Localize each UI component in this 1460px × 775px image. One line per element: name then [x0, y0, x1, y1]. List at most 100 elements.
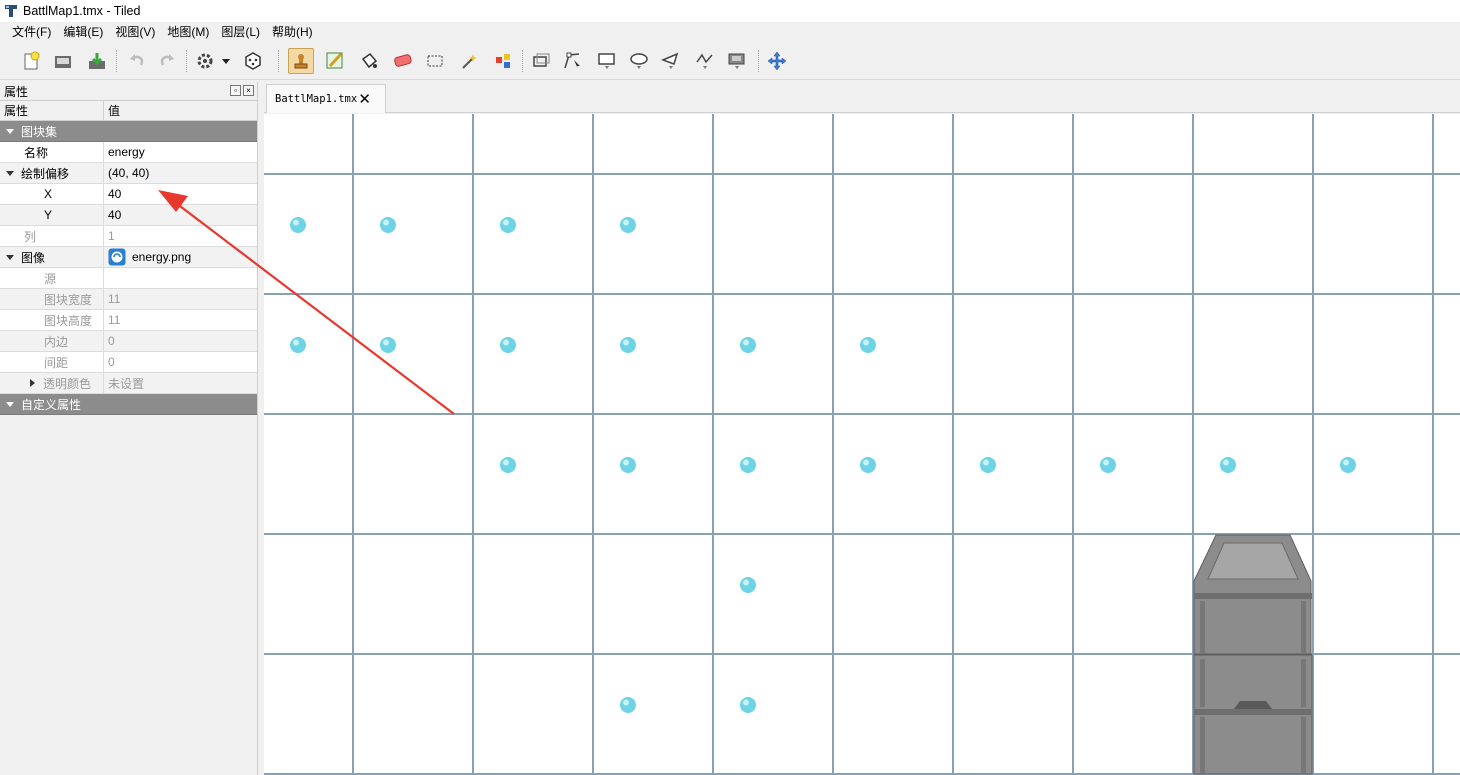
map-canvas[interactable]: [264, 114, 1460, 775]
energy-tile[interactable]: [500, 337, 516, 353]
property-value[interactable]: energy: [104, 142, 257, 162]
tab-battlmap1[interactable]: BattlMap1.tmx ✕: [266, 84, 386, 113]
energy-tile[interactable]: [620, 337, 636, 353]
window-title: BattlMap1.tmx - Tiled: [23, 4, 141, 18]
menu-edit[interactable]: 编辑(E): [57, 22, 109, 42]
insert-ellipse-icon[interactable]: [626, 48, 652, 74]
terrain-brush-icon[interactable]: [322, 48, 348, 74]
energy-tile[interactable]: [620, 457, 636, 473]
new-icon[interactable]: [18, 48, 44, 74]
title-bar: BattlMap1.tmx - Tiled: [0, 0, 1460, 22]
property-row-transparent-color[interactable]: 透明颜色 未设置: [0, 373, 257, 394]
menu-view[interactable]: 视图(V): [109, 22, 161, 42]
property-row-margin[interactable]: 内边 0: [0, 331, 257, 352]
move-icon[interactable]: [764, 48, 790, 74]
property-value[interactable]: 40: [104, 184, 257, 204]
expand-arrow-icon[interactable]: [6, 254, 14, 260]
random-icon[interactable]: [240, 48, 266, 74]
bucket-fill-icon[interactable]: [356, 48, 382, 74]
commands-icon[interactable]: [194, 48, 234, 74]
eraser-icon[interactable]: [390, 48, 416, 74]
expand-arrow-icon[interactable]: [30, 379, 35, 387]
property-value[interactable]: (40, 40): [104, 163, 257, 183]
energy-tile[interactable]: [620, 217, 636, 233]
energy-tile[interactable]: [980, 457, 996, 473]
select-objects-icon[interactable]: [528, 48, 554, 74]
toolbar-separator: [116, 50, 118, 72]
edit-polygons-icon[interactable]: [560, 48, 586, 74]
header-property[interactable]: 属性: [0, 101, 104, 120]
save-icon[interactable]: [84, 48, 110, 74]
building-tile[interactable]: [1193, 534, 1312, 655]
stamp-brush-icon[interactable]: [288, 48, 314, 74]
energy-tile[interactable]: [500, 457, 516, 473]
energy-tile[interactable]: [500, 217, 516, 233]
energy-tile[interactable]: [740, 577, 756, 593]
property-label: 内边: [0, 331, 104, 351]
property-value: 0: [108, 355, 115, 369]
property-row-tile-width[interactable]: 图块宽度 11: [0, 289, 257, 310]
energy-tile[interactable]: [740, 457, 756, 473]
property-row-tile-height[interactable]: 图块高度 11: [0, 310, 257, 331]
redo-icon[interactable]: [154, 48, 180, 74]
energy-tile[interactable]: [380, 337, 396, 353]
group-custom-properties[interactable]: 自定义属性: [0, 394, 257, 415]
insert-rectangle-icon[interactable]: [594, 48, 620, 74]
property-value: 未设置: [108, 376, 145, 391]
property-row-offset-x[interactable]: X 40: [0, 184, 257, 205]
property-row-spacing[interactable]: 间距 0: [0, 352, 257, 373]
group-tileset[interactable]: 图块集: [0, 121, 257, 142]
insert-polyline-icon[interactable]: [692, 48, 718, 74]
property-value[interactable]: 40: [104, 205, 257, 225]
property-row-image[interactable]: 图像 energy.png: [0, 247, 257, 268]
energy-tile[interactable]: [740, 697, 756, 713]
energy-tile[interactable]: [290, 217, 306, 233]
energy-tile[interactable]: [860, 337, 876, 353]
property-label: 源: [0, 268, 104, 288]
energy-tile[interactable]: [380, 217, 396, 233]
close-tab-icon[interactable]: ✕: [358, 92, 371, 107]
property-row-columns[interactable]: 列 1: [0, 226, 257, 247]
map-tiles[interactable]: [264, 114, 1460, 775]
menu-help[interactable]: 帮助(H): [266, 22, 319, 42]
rect-select-icon[interactable]: [422, 48, 448, 74]
expand-arrow-icon[interactable]: [6, 128, 14, 134]
energy-tile[interactable]: [620, 697, 636, 713]
menu-layer[interactable]: 图层(L): [215, 22, 266, 42]
open-icon[interactable]: [50, 48, 76, 74]
select-same-tile-icon[interactable]: [490, 48, 516, 74]
toolbar-separator: [278, 50, 280, 72]
magic-wand-icon[interactable]: [456, 48, 482, 74]
property-label: 透明颜色: [43, 376, 92, 391]
properties-dock-title: 属性 ▫ ×: [0, 82, 257, 100]
grid-line: [472, 114, 474, 775]
energy-tile[interactable]: [860, 457, 876, 473]
grid-line: [832, 114, 834, 775]
property-row-name[interactable]: 名称 energy: [0, 142, 257, 163]
menu-map[interactable]: 地图(M): [161, 22, 215, 42]
property-value: 11: [108, 313, 121, 327]
insert-polygon-icon[interactable]: [658, 48, 684, 74]
building-tile[interactable]: [1193, 654, 1313, 775]
expand-arrow-icon[interactable]: [6, 170, 14, 176]
energy-tile[interactable]: [740, 337, 756, 353]
expand-arrow-icon[interactable]: [6, 401, 14, 407]
energy-tile[interactable]: [1340, 457, 1356, 473]
energy-tile[interactable]: [290, 337, 306, 353]
energy-tile[interactable]: [1100, 457, 1116, 473]
float-panel-icon[interactable]: ▫: [230, 85, 241, 96]
menu-file[interactable]: 文件(F): [6, 22, 57, 42]
grid-line: [1072, 114, 1074, 775]
energy-tile[interactable]: [1220, 457, 1236, 473]
property-row-source[interactable]: 源: [0, 268, 257, 289]
undo-icon[interactable]: [124, 48, 150, 74]
property-row-offset-y[interactable]: Y 40: [0, 205, 257, 226]
property-value[interactable]: energy.png: [132, 250, 191, 264]
property-row-draw-offset[interactable]: 绘制偏移 (40, 40): [0, 163, 257, 184]
insert-tile-icon[interactable]: [724, 48, 750, 74]
main-toolbar: [0, 42, 1460, 80]
properties-title: 属性: [4, 84, 29, 99]
close-panel-icon[interactable]: ×: [243, 85, 254, 96]
header-value[interactable]: 值: [104, 101, 120, 120]
property-value: 0: [108, 334, 115, 348]
